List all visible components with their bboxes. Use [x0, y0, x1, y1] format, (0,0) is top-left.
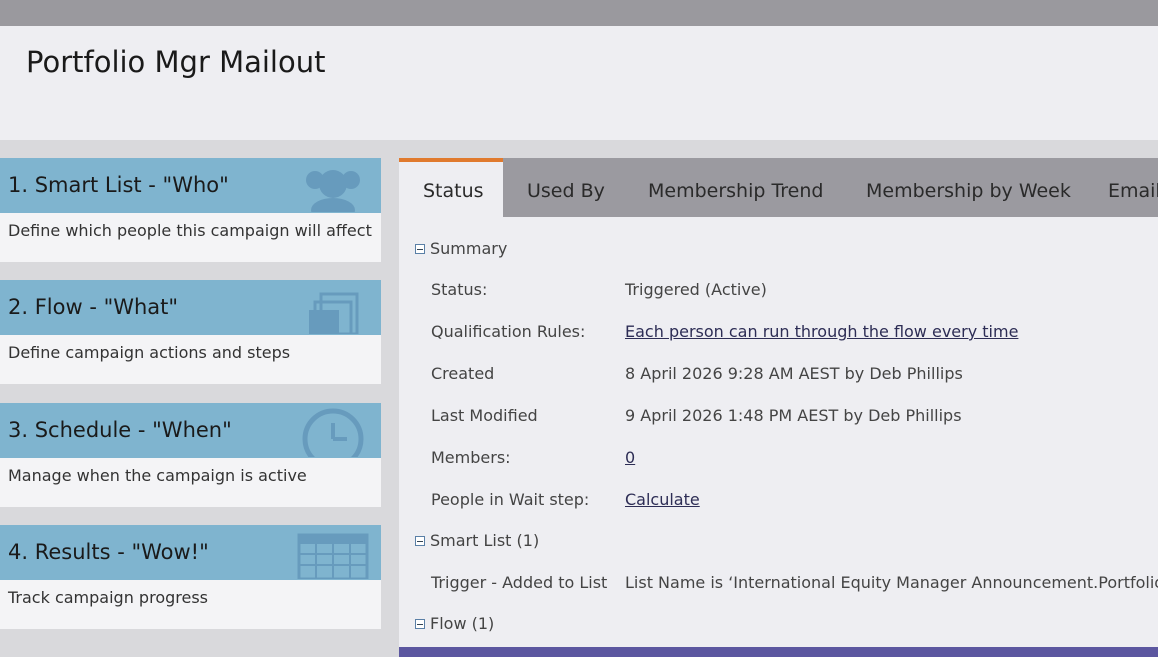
created-label: Created [431, 364, 495, 383]
table-icon [297, 533, 369, 579]
last-modified-value: 9 April 2026 1:48 PM AEST by Deb Phillip… [625, 406, 962, 425]
trigger-value: List Name is ‘International Equity Manag… [625, 573, 1158, 592]
collapse-icon[interactable] [415, 536, 425, 546]
clock-icon [302, 408, 364, 457]
card-header: 3. Schedule - "When" [0, 403, 381, 458]
tab-used-by[interactable]: Used By [527, 158, 605, 217]
tab-status[interactable]: Status [399, 158, 503, 217]
card-smart-list[interactable]: 1. Smart List - "Who" Define which peopl… [0, 158, 381, 262]
section-title: Summary [430, 239, 508, 258]
stack-icon [309, 292, 359, 334]
calculate-link[interactable]: Calculate [625, 490, 700, 509]
page-header: Portfolio Mgr Mailout [0, 26, 1158, 140]
card-title: 4. Results - "Wow!" [8, 540, 209, 564]
card-description: Manage when the campaign is active [8, 466, 307, 485]
page-title: Portfolio Mgr Mailout [26, 45, 326, 79]
card-description: Track campaign progress [8, 588, 208, 607]
wait-step-label: People in Wait step: [431, 490, 590, 509]
members-link[interactable]: 0 [625, 448, 635, 467]
last-modified-label: Last Modified [431, 406, 538, 425]
card-title: 1. Smart List - "Who" [8, 173, 229, 197]
tab-bar: Status Used By Membership Trend Membersh… [399, 158, 1158, 217]
qualification-rules-link[interactable]: Each person can run through the flow eve… [625, 322, 1018, 341]
bottom-bar [399, 647, 1158, 657]
qualification-rules-label: Qualification Rules: [431, 322, 586, 341]
created-value: 8 April 2026 9:28 AM AEST by Deb Phillip… [625, 364, 963, 383]
trigger-label: Trigger - Added to List [431, 573, 608, 592]
collapse-icon[interactable] [415, 619, 425, 629]
section-title: Smart List (1) [430, 531, 540, 550]
details-panel: Status Used By Membership Trend Membersh… [399, 158, 1158, 657]
card-schedule[interactable]: 3. Schedule - "When" Manage when the cam… [0, 403, 381, 507]
card-header: 4. Results - "Wow!" [0, 525, 381, 580]
card-description: Define campaign actions and steps [8, 343, 291, 362]
card-results[interactable]: 4. Results - "Wow!" Track campaign progr… [0, 525, 381, 629]
tab-email[interactable]: Email [1108, 158, 1158, 217]
card-header: 1. Smart List - "Who" [0, 158, 381, 213]
tab-membership-by-week[interactable]: Membership by Week [866, 158, 1071, 217]
members-label: Members: [431, 448, 511, 467]
card-title: 2. Flow - "What" [8, 295, 179, 319]
card-description: Define which people this campaign will a… [8, 221, 372, 240]
summary-section-toggle[interactable]: Summary [415, 239, 507, 258]
people-icon [306, 170, 360, 212]
tab-membership-trend[interactable]: Membership Trend [648, 158, 823, 217]
top-bar [0, 0, 1158, 26]
smart-list-section-toggle[interactable]: Smart List (1) [415, 531, 539, 550]
status-value: Triggered (Active) [625, 280, 767, 299]
card-title: 3. Schedule - "When" [8, 418, 232, 442]
card-header: 2. Flow - "What" [0, 280, 381, 335]
status-label: Status: [431, 280, 488, 299]
card-flow[interactable]: 2. Flow - "What" Define campaign actions… [0, 280, 381, 384]
collapse-icon[interactable] [415, 244, 425, 254]
section-title: Flow (1) [430, 614, 495, 633]
flow-section-toggle[interactable]: Flow (1) [415, 614, 494, 633]
